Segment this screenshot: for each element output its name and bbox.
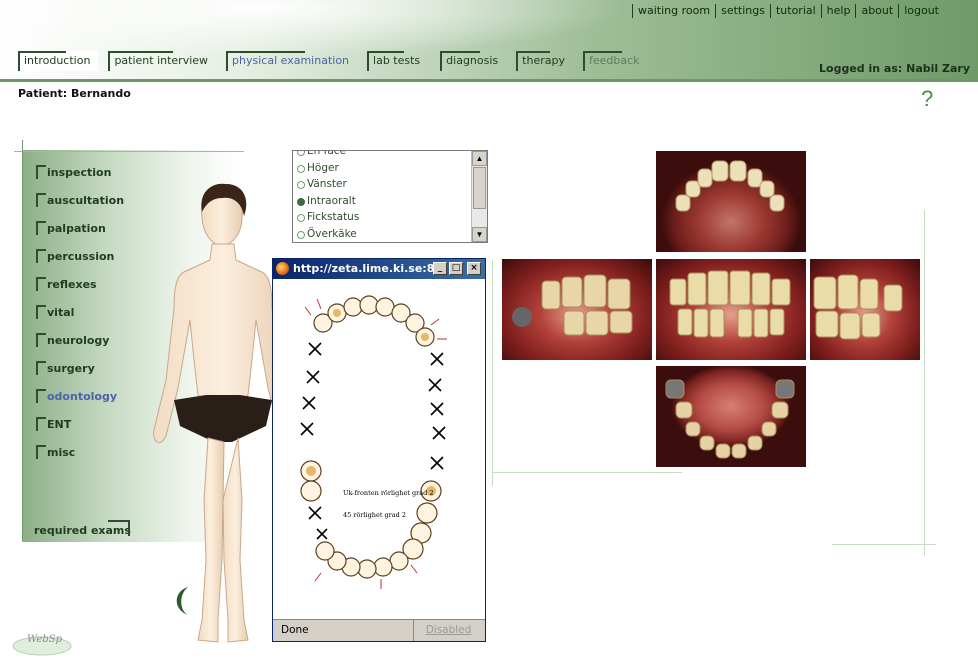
list-item-fickstatus[interactable]: Fickstatus [293,209,487,226]
exam-palpation[interactable]: palpation [36,221,106,237]
listbox-scrollbar[interactable]: ▲ ▼ [471,151,487,242]
exam-vital[interactable]: vital [36,305,74,321]
exam-inspection[interactable]: inspection [36,165,111,181]
top-navigation: waiting room settings tutorial help abou… [632,4,944,18]
tab-patient-interview[interactable]: patient interview [108,51,216,71]
help-question-icon[interactable]: ? [921,86,933,112]
tab-physical-examination[interactable]: physical examination [226,51,357,71]
exam-neurology[interactable]: neurology [36,333,109,349]
logo-text: WebSp [27,634,63,645]
scroll-up-icon[interactable]: ▲ [472,151,487,166]
tab-diagnosis[interactable]: diagnosis [440,51,506,71]
tab-lab-tests[interactable]: lab tests [367,51,428,71]
scroll-thumb[interactable] [473,167,486,209]
divider-line [492,260,493,486]
minimize-icon[interactable]: _ [433,262,447,275]
exam-misc[interactable]: misc [36,445,75,461]
close-icon[interactable]: × [467,262,481,275]
exam-ent[interactable]: ENT [36,417,71,433]
status-done: Done [281,624,309,636]
logged-in-user: Logged in as: Nabil Zary [819,62,970,75]
photo-left-side[interactable] [810,259,920,360]
firefox-icon [276,262,289,275]
maximize-icon[interactable]: □ [449,262,463,275]
exam-percussion[interactable]: percussion [36,249,114,265]
photo-front[interactable] [656,259,806,360]
chart-note-2: 45 rörlighet grad 2 [343,511,406,519]
patient-name: Patient: Bernando [18,87,131,100]
back-arrow-icon[interactable] [168,585,196,617]
popup-title: http://zeta.lime.ki.se:8... [293,262,447,275]
photo-upper-jaw[interactable] [656,151,806,252]
sidebar-divider [14,151,244,152]
exam-auscultation[interactable]: auscultation [36,193,124,209]
tab-therapy[interactable]: therapy [516,51,573,71]
dental-chart: Uk-fronten rörlighet grad 2 45 rörlighet… [281,285,473,607]
nav-waiting-room[interactable]: waiting room [632,4,715,18]
tab-feedback[interactable]: feedback [582,51,648,71]
photo-lower-jaw[interactable] [656,366,806,467]
dental-chart-popup[interactable]: http://zeta.lime.ki.se:8... _ □ × Uk-fro… [272,258,486,642]
status-disabled[interactable]: Disabled [413,620,483,641]
photo-right-side[interactable] [502,259,652,360]
exam-surgery[interactable]: surgery [36,361,95,377]
popup-titlebar[interactable]: http://zeta.lime.ki.se:8... _ □ × [273,259,485,279]
popup-statusbar: Done Disabled [273,619,485,641]
nav-settings[interactable]: settings [715,4,770,18]
main-tabs: introduction patient interview physical … [18,51,658,71]
list-item-en-face[interactable]: En face [293,151,487,160]
divider-line [832,544,936,545]
nav-help[interactable]: help [820,4,856,18]
tab-introduction[interactable]: introduction [18,51,99,71]
required-exams-bracket [108,520,130,536]
list-item-vanster[interactable]: Vänster [293,176,487,193]
list-item-hoger[interactable]: Höger [293,160,487,177]
divider-line [492,472,682,473]
sidebar-border [22,140,23,540]
exam-odontology[interactable]: odontology [36,389,117,405]
nav-logout[interactable]: logout [898,4,944,18]
exam-reflexes[interactable]: reflexes [36,277,97,293]
chart-note-1: Uk-fronten rörlighet grad 2 [343,489,434,497]
view-listbox[interactable]: En face Höger Vänster Intraoralt Ficksta… [292,150,488,243]
scroll-down-icon[interactable]: ▼ [472,227,487,242]
divider-line [924,210,925,556]
list-item-overkake[interactable]: Överkäke [293,226,487,243]
nav-about[interactable]: about [855,4,898,18]
list-item-intraoralt[interactable]: Intraoralt [293,193,487,210]
nav-tutorial[interactable]: tutorial [769,4,821,18]
